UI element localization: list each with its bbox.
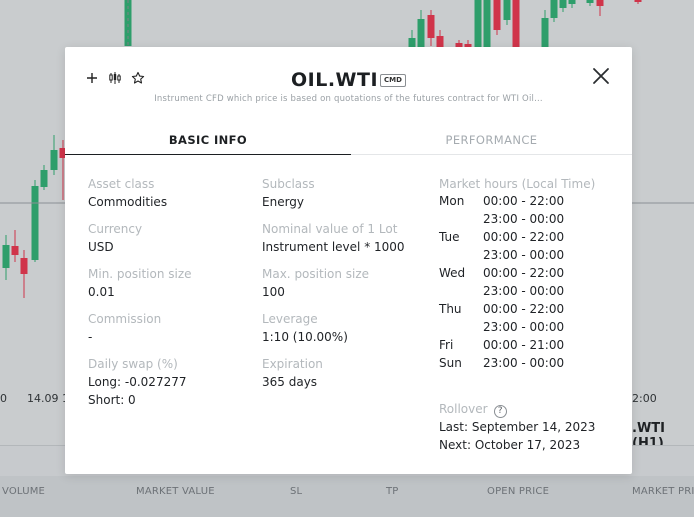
candle-body: [596, 0, 604, 6]
tab-basic-info[interactable]: BASIC INFO: [65, 133, 351, 155]
asset-class-value: Commodities: [88, 195, 168, 209]
axis-date-label: 14.09 1: [27, 392, 69, 405]
market-hours-day: Sun: [439, 356, 462, 370]
candle-body: [559, 0, 567, 8]
candle-body: [20, 258, 28, 274]
subclass-field: Subclass Energy: [262, 175, 315, 211]
star-icon[interactable]: [131, 71, 145, 85]
rollover-field: Rollover? Last: September 14, 2023 Next:…: [439, 400, 595, 454]
min-position-field: Min. position size 0.01: [88, 265, 192, 301]
currency-label: Currency: [88, 222, 143, 236]
tab-performance[interactable]: PERFORMANCE: [351, 133, 632, 155]
expiration-field: Expiration 365 days: [262, 355, 323, 391]
column-market-price[interactable]: MARKET PRIC: [632, 486, 694, 497]
market-hours-time: 00:00 - 22:00: [483, 302, 565, 316]
market-hours-time: 23:00 - 00:00: [483, 320, 565, 334]
daily-swap-field: Daily swap (%) Long: -0.027277 Short: 0: [88, 355, 186, 409]
market-hours-time: 00:00 - 22:00: [483, 266, 565, 280]
column-volume[interactable]: VOLUME: [2, 486, 45, 497]
market-hours-time: 00:00 - 22:00: [483, 194, 565, 208]
candle-body: [50, 150, 58, 170]
instrument-description: Instrument CFD which price is based on q…: [154, 94, 543, 104]
daily-swap-long: Long: -0.027277: [88, 375, 187, 389]
nominal-value-value: Instrument level * 1000: [262, 240, 405, 254]
leverage-value: 1:10 (10.00%): [262, 330, 348, 344]
instrument-title: OIL.WTI: [291, 69, 379, 91]
candle-body: [474, 0, 482, 47]
market-hours-day: Wed: [439, 266, 466, 280]
candle-body: [503, 0, 511, 20]
market-hours-day: Thu: [439, 302, 462, 316]
min-position-label: Min. position size: [88, 267, 192, 281]
subclass-label: Subclass: [262, 177, 315, 191]
candle-body: [427, 15, 435, 38]
rollover-last: Last: September 14, 2023: [439, 420, 596, 434]
market-hours-time: 00:00 - 22:00: [483, 230, 565, 244]
column-tp[interactable]: TP: [386, 486, 399, 497]
column-open-price[interactable]: OPEN PRICE: [487, 486, 549, 497]
leverage-label: Leverage: [262, 312, 318, 326]
candle-body: [550, 0, 558, 18]
asset-class-field: Asset class Commodities: [88, 175, 167, 211]
market-hours-day: Mon: [439, 194, 465, 208]
candlestick-icon[interactable]: [108, 71, 122, 85]
candle-body: [417, 19, 425, 47]
column-sl[interactable]: SL: [290, 486, 302, 497]
candle-body: [11, 246, 19, 255]
nominal-value-label: Nominal value of 1 Lot: [262, 222, 398, 236]
market-hours-time: 23:00 - 00:00: [483, 356, 565, 370]
currency-value: USD: [88, 240, 114, 254]
candle-body: [541, 18, 549, 47]
axis-date-label: 2:00: [632, 392, 657, 405]
max-position-field: Max. position size 100: [262, 265, 369, 301]
market-hours-field: Market hours (Local Time): [439, 175, 595, 193]
market-hours-time: 23:00 - 00:00: [483, 284, 565, 298]
asset-class-label: Asset class: [88, 177, 155, 191]
candle-body: [634, 0, 642, 2]
commission-field: Commission -: [88, 310, 161, 346]
candle-body: [436, 36, 444, 47]
rollover-label: Rollover: [439, 402, 488, 416]
plus-icon[interactable]: [85, 71, 99, 85]
expiration-value: 365 days: [262, 375, 318, 389]
instrument-info-modal: OIL.WTI CMD Instrument CFD which price i…: [65, 47, 632, 474]
close-icon[interactable]: [590, 65, 612, 87]
candle-body: [512, 0, 520, 47]
min-position-value: 0.01: [88, 285, 115, 299]
market-hours-label: Market hours (Local Time): [439, 177, 596, 191]
help-icon[interactable]: ?: [493, 405, 507, 418]
market-hours-day: Fri: [439, 338, 454, 352]
market-hours-time: 23:00 - 00:00: [483, 212, 565, 226]
column-market-value[interactable]: MARKET VALUE: [136, 486, 215, 497]
max-position-label: Max. position size: [262, 267, 370, 281]
market-hours-time: 00:00 - 21:00: [483, 338, 565, 352]
candle-body: [483, 0, 491, 47]
candle-body: [2, 245, 10, 268]
market-hours-time: 23:00 - 00:00: [483, 248, 565, 262]
axis-date-label: 0: [0, 392, 7, 405]
currency-field: Currency USD: [88, 220, 142, 256]
candle-body: [586, 0, 594, 3]
candle-body: [40, 170, 48, 187]
subclass-value: Energy: [262, 195, 305, 209]
candle-body: [493, 0, 501, 30]
market-hours-day: Tue: [439, 230, 460, 244]
rollover-next: Next: October 17, 2023: [439, 438, 581, 452]
daily-swap-short: Short: 0: [88, 393, 136, 407]
daily-swap-label: Daily swap (%): [88, 357, 178, 371]
instrument-type-badge: CMD: [380, 74, 406, 87]
expiration-label: Expiration: [262, 357, 323, 371]
candle-body: [408, 38, 416, 47]
candle-body: [568, 0, 576, 4]
max-position-value: 100: [262, 285, 285, 299]
commission-label: Commission: [88, 312, 162, 326]
nominal-value-field: Nominal value of 1 Lot Instrument level …: [262, 220, 405, 256]
candle-body: [31, 186, 39, 260]
commission-value: -: [88, 330, 93, 344]
leverage-field: Leverage 1:10 (10.00%): [262, 310, 348, 346]
